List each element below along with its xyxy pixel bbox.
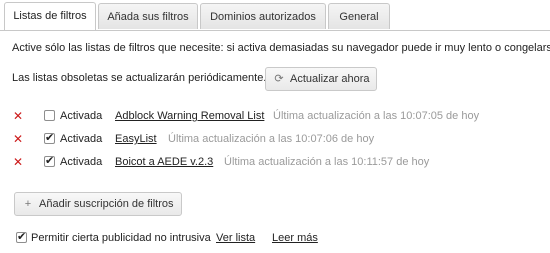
- plus-icon: +: [24, 198, 32, 210]
- add-subscription-label: Añadir suscripción de filtros: [39, 198, 174, 210]
- filter-list-row: ✕ Activada Adblock Warning Removal List …: [0, 109, 550, 125]
- filter-list-row: ✕ Activada Boicot a AEDE v.2.3 Última ac…: [0, 154, 550, 171]
- filter-list-name[interactable]: EasyList: [115, 132, 157, 146]
- enabled-label: Activada: [60, 133, 103, 145]
- enabled-label: Activada: [60, 110, 103, 122]
- enable-checkbox[interactable]: [44, 110, 55, 121]
- view-list-link[interactable]: Ver lista: [216, 231, 255, 245]
- acceptable-ads-label: Permitir cierta publicidad no intrusiva: [31, 232, 211, 244]
- update-now-label: Actualizar ahora: [290, 73, 370, 85]
- tab-general[interactable]: General: [328, 3, 390, 29]
- tab-filter-lists[interactable]: Listas de filtros: [4, 2, 96, 30]
- tab-authorized-domains[interactable]: Dominios autorizados: [200, 3, 326, 29]
- enable-checkbox[interactable]: [44, 131, 55, 144]
- tab-bar: Listas de filtros Añada sus filtros Domi…: [0, 0, 550, 31]
- filter-list-name[interactable]: Boicot a AEDE v.2.3: [115, 155, 213, 169]
- enable-checkbox[interactable]: [44, 154, 55, 167]
- enabled-label: Activada: [60, 156, 103, 168]
- acceptable-ads-checkbox[interactable]: [16, 230, 27, 244]
- filter-list-name[interactable]: Adblock Warning Removal List: [115, 109, 264, 123]
- intro-text: Active sólo las listas de filtros que ne…: [12, 42, 550, 54]
- refresh-icon: ⟳: [274, 73, 284, 85]
- remove-icon[interactable]: ✕: [12, 155, 24, 169]
- last-update-text: Última actualización a las 10:07:05 de h…: [273, 110, 480, 122]
- remove-icon[interactable]: ✕: [12, 132, 24, 146]
- remove-icon[interactable]: ✕: [12, 109, 24, 123]
- filter-list-row: ✕ Activada EasyList Última actualización…: [0, 131, 550, 148]
- obsolete-lists-text: Las listas obsoletas se actualizarán per…: [12, 72, 267, 84]
- last-update-text: Última actualización a las 10:07:06 de h…: [168, 133, 375, 145]
- last-update-text: Última actualización a las 10:11:57 de h…: [224, 156, 430, 168]
- add-subscription-button[interactable]: + Añadir suscripción de filtros: [14, 192, 182, 216]
- tab-add-filters[interactable]: Añada sus filtros: [98, 3, 198, 29]
- read-more-link[interactable]: Leer más: [272, 231, 318, 245]
- update-now-button[interactable]: ⟳ Actualizar ahora: [265, 67, 377, 91]
- acceptable-ads-row: Permitir cierta publicidad no intrusiva …: [0, 230, 550, 247]
